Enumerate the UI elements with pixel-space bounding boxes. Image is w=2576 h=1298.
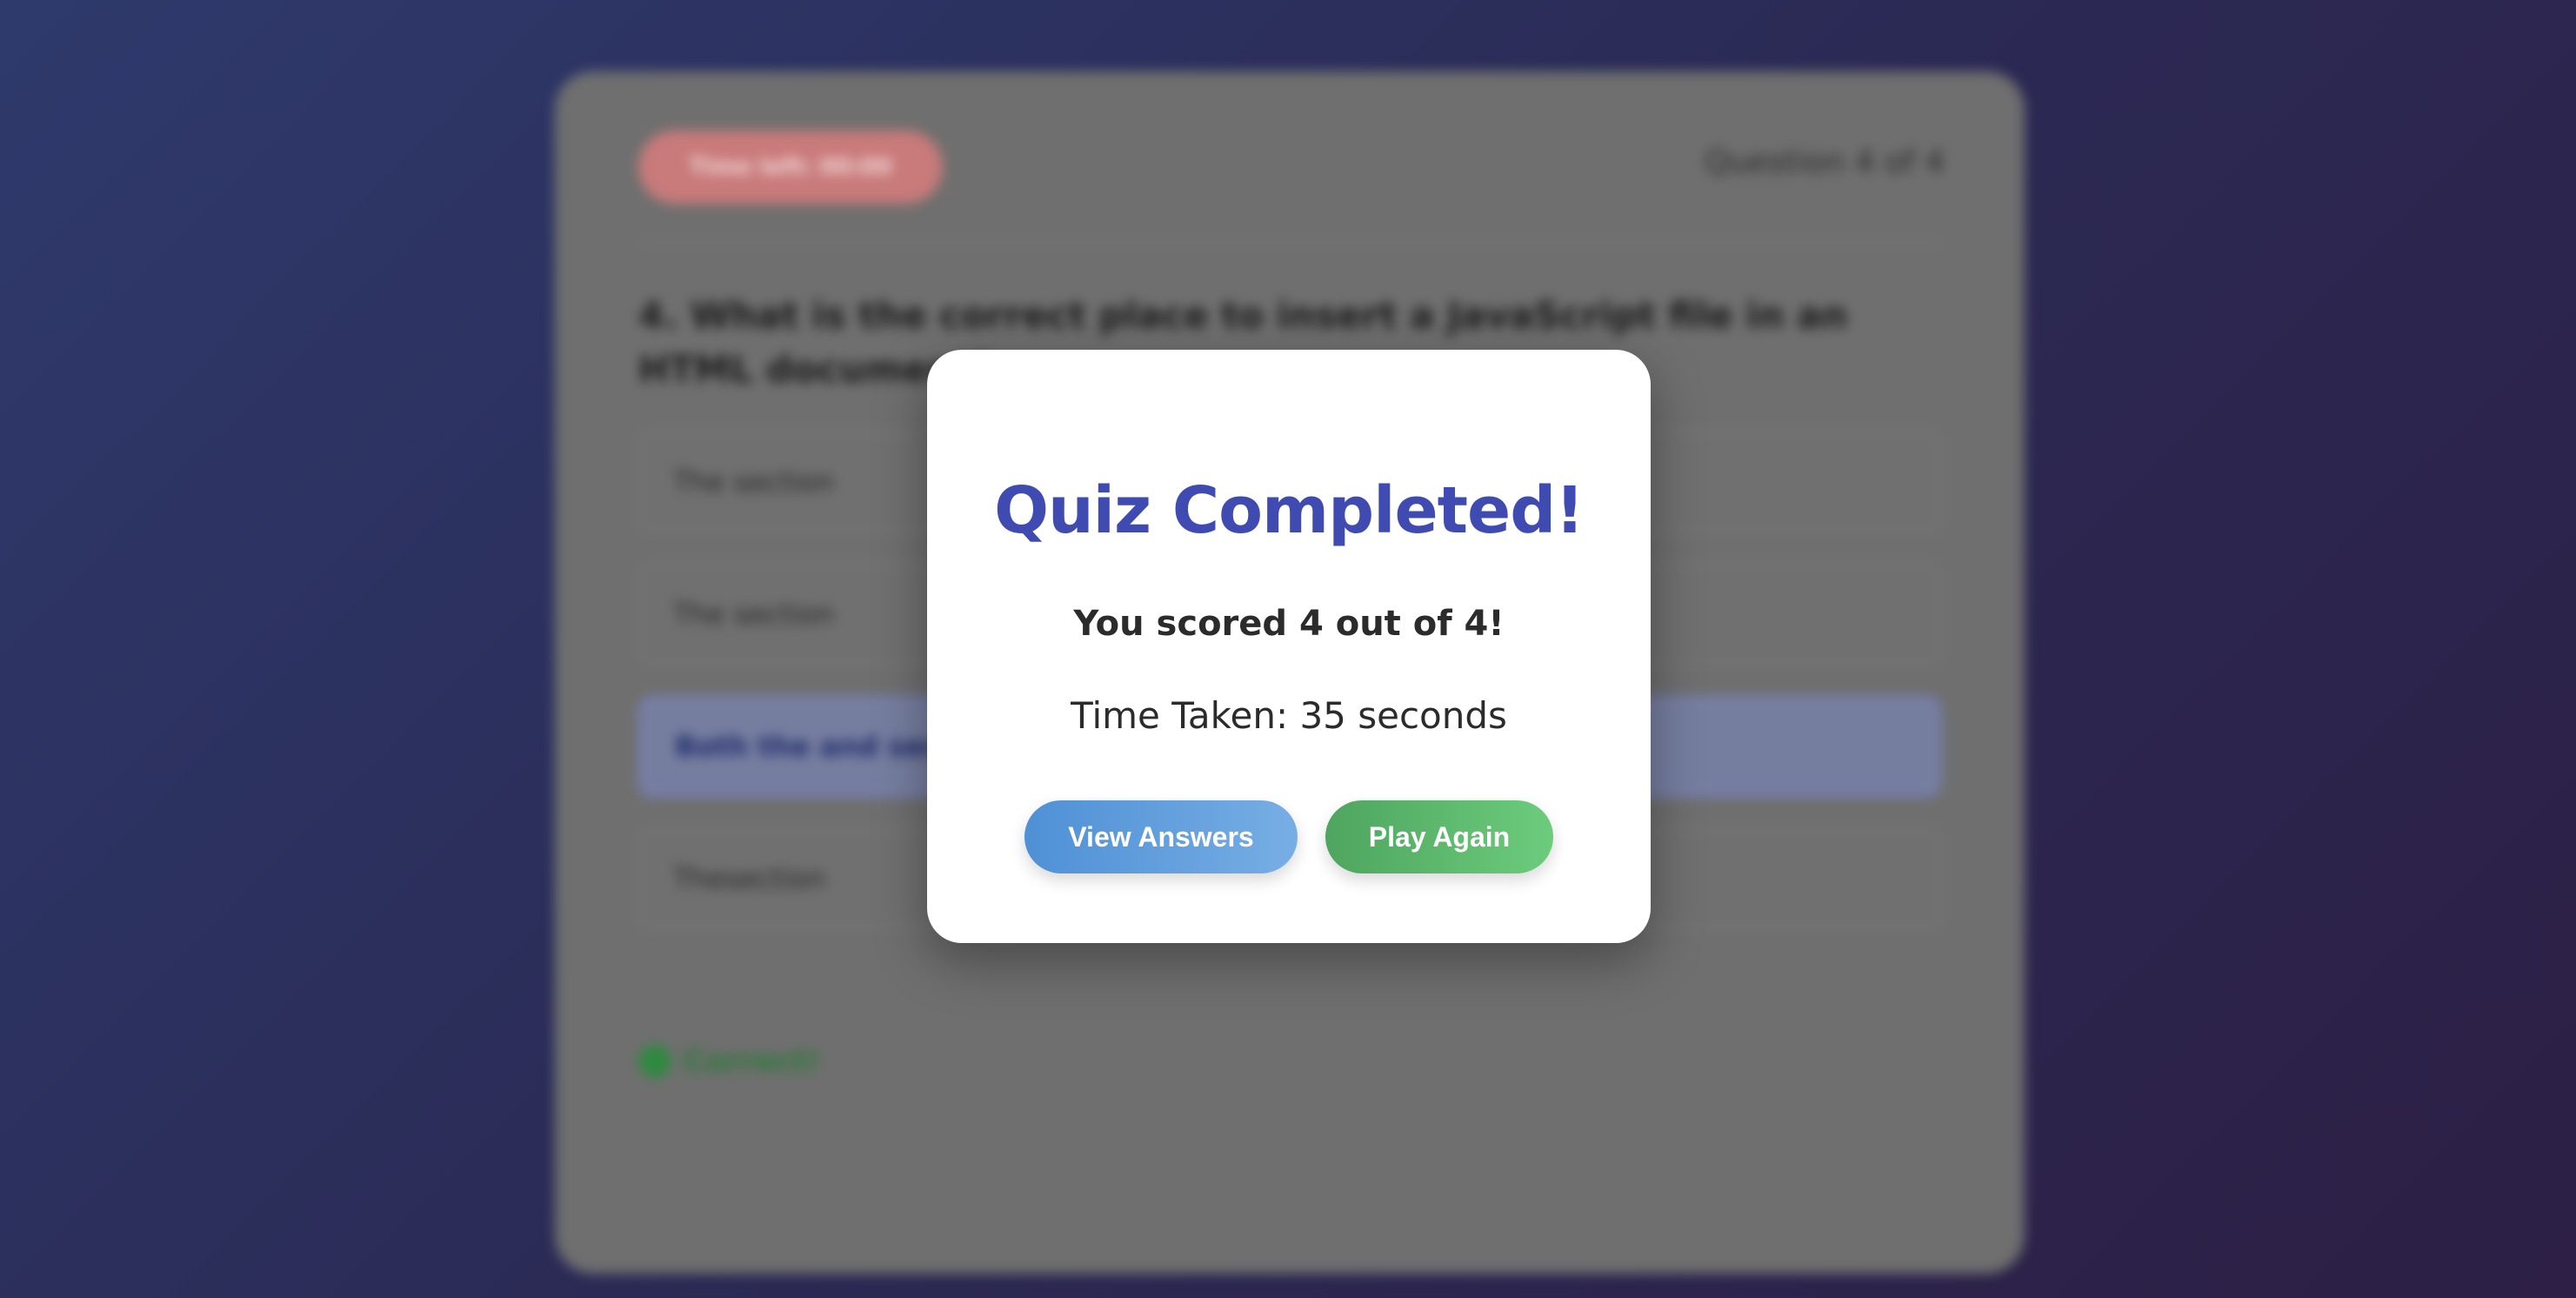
score-text: You scored 4 out of 4!	[1073, 604, 1505, 644]
results-modal: Quiz Completed! You scored 4 out of 4! T…	[927, 350, 1651, 943]
time-taken-text: Time Taken: 35 seconds	[1071, 694, 1507, 737]
timer-badge: Time left: 00:00	[638, 130, 943, 204]
check-icon	[638, 1045, 671, 1078]
answer-feedback: Correct!	[638, 1044, 820, 1079]
play-again-button[interactable]: Play Again	[1325, 800, 1553, 873]
header-divider	[638, 242, 1941, 244]
feedback-text: Correct!	[684, 1044, 820, 1079]
modal-title: Quiz Completed!	[994, 473, 1585, 548]
view-answers-button[interactable]: View Answers	[1024, 800, 1298, 873]
question-counter: Question 4 of 4	[1705, 144, 1945, 180]
